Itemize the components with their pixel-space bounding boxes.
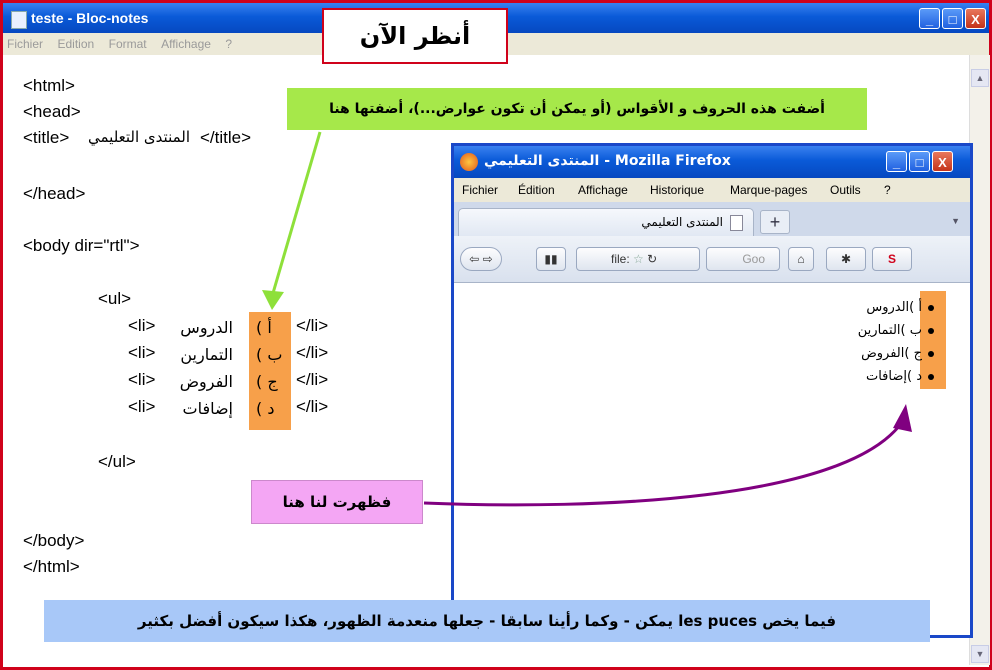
code-line-html: <html> (23, 76, 75, 95)
ff-li-letter: ج ) (904, 346, 922, 361)
code-line-title-open: <title> (23, 128, 70, 147)
li-open: <li> (128, 316, 156, 335)
firefox-logo-icon (460, 153, 478, 171)
firefox-window[interactable]: المنتدى التعليمي - Mozilla Firefox _ □ X… (451, 143, 973, 638)
ff-li-text: إضافات (865, 369, 907, 384)
li-text: إضافات (182, 399, 234, 418)
bullet-icon (928, 304, 934, 311)
ff-menu-outils[interactable]: Outils (830, 183, 861, 197)
li-letter: د ) (256, 399, 275, 418)
maximize-button[interactable]: □ (942, 8, 963, 29)
ff-maximize-button[interactable]: □ (909, 151, 930, 172)
tab-list-icon[interactable]: ▼ (951, 216, 960, 226)
firefox-title: المنتدى التعليمي - Mozilla Firefox (484, 153, 731, 169)
ff-menu-historique[interactable]: Historique (650, 183, 704, 197)
code-line-head: <head> (23, 102, 81, 121)
ff-list-item: أ )الدروس (866, 300, 934, 315)
ff-li-text: التمارين (857, 323, 901, 338)
url-bar[interactable]: file: ☆ ↻ (576, 247, 700, 271)
li-close: </li> (296, 316, 329, 335)
li-close: </li> (296, 370, 329, 389)
search-bar[interactable]: Goo (706, 247, 780, 271)
bullet-icon (928, 373, 934, 380)
annotation-added: أضفت هذه الحروف و الأقواس (أو يمكن أن تك… (287, 88, 867, 130)
ff-li-letter: أ ) (909, 300, 922, 315)
notepad-icon (11, 11, 27, 29)
ff-list-item: ج )الفروض (861, 346, 934, 361)
code-line-title-text: المنتدى التعليمي (88, 128, 191, 146)
li-open: <li> (128, 397, 156, 416)
code-line-ul: <ul> (98, 289, 132, 308)
code-line-ul-close: </ul> (98, 452, 136, 471)
back-forward-icon[interactable]: ⇦ ⇨ (460, 247, 502, 271)
code-line-title-close: </title> (200, 128, 252, 147)
menu-fichier[interactable]: Fichier (7, 37, 43, 51)
ff-li-text: الفروض (861, 346, 905, 361)
reload-icon[interactable]: ↻ (647, 252, 657, 266)
ff-list-item: د )إضافات (866, 369, 934, 384)
ff-li-text: الدروس (866, 300, 910, 315)
home-icon[interactable]: ⌂ (788, 247, 814, 271)
menu-help[interactable]: ? (225, 37, 232, 51)
new-tab-button[interactable]: + (760, 210, 790, 234)
li-letter: ج ) (256, 372, 278, 391)
minimize-button[interactable]: _ (919, 8, 940, 29)
li-close: </li> (296, 343, 329, 362)
li-close: </li> (296, 397, 329, 416)
menu-edition[interactable]: Edition (57, 37, 94, 51)
firefox-menubar: Fichier Édition Affichage Historique Mar… (454, 178, 970, 202)
notepad-title: teste - Bloc-notes (31, 10, 149, 26)
url-text: file: (611, 252, 630, 266)
menu-format[interactable]: Format (109, 37, 147, 51)
li-open: <li> (128, 370, 156, 389)
ff-close-button[interactable]: X (932, 151, 953, 172)
s-addon-icon[interactable]: S (872, 247, 912, 271)
ff-menu-affichage[interactable]: Affichage (578, 183, 628, 197)
firefox-navbar: ⇦ ⇨ ▮▮ file: ☆ ↻ Goo ⌂ ✱ S (454, 236, 970, 283)
annotation-bullets: فيما يخص les puces يمكن - وكما رأينا ساب… (44, 600, 930, 642)
li-text: الفروض (179, 372, 233, 391)
code-line-body-close: </body> (23, 531, 85, 550)
ff-menu-marque-pages[interactable]: Marque-pages (730, 183, 807, 197)
bullet-icon (928, 350, 934, 357)
code-line-head-close: </head> (23, 184, 86, 203)
bullet-icon (928, 327, 934, 334)
firefox-titlebar[interactable]: المنتدى التعليمي - Mozilla Firefox _ □ X (454, 146, 970, 178)
li-letter: أ ) (256, 318, 272, 337)
annotation-now: أنظر الآن (322, 8, 508, 64)
tab-active[interactable]: المنتدى التعليمي (458, 208, 754, 236)
star-icon[interactable]: ☆ (633, 252, 644, 266)
search-placeholder: Goo (742, 252, 765, 266)
page-icon (730, 215, 743, 231)
ff-li-letter: ب ) (900, 323, 922, 338)
ff-menu-edition[interactable]: Édition (518, 183, 555, 197)
bookmark-bar-icon[interactable]: ▮▮ (536, 247, 566, 271)
firefox-tabbar: المنتدى التعليمي + ▼ (454, 202, 970, 236)
ff-list-item: ب )التمارين (858, 323, 934, 338)
code-line-body: <body dir="rtl"> (23, 236, 140, 255)
li-text: التمارين (180, 345, 233, 364)
ff-minimize-button[interactable]: _ (886, 151, 907, 172)
menu-affichage[interactable]: Affichage (161, 37, 211, 51)
scroll-up-icon[interactable]: ▲ (971, 69, 989, 87)
addon-icon[interactable]: ✱ (826, 247, 866, 271)
li-open: <li> (128, 343, 156, 362)
li-letter: ب ) (256, 345, 283, 364)
annotation-appeared: فظهرت لنا هنا (251, 480, 423, 524)
ff-menu-fichier[interactable]: Fichier (462, 183, 498, 197)
ff-li-letter: د ) (907, 369, 922, 384)
ff-menu-help[interactable]: ? (884, 183, 891, 197)
tab-title: المنتدى التعليمي (641, 215, 723, 229)
close-button[interactable]: X (965, 8, 986, 29)
code-line-html-close: </html> (23, 557, 80, 576)
scroll-down-icon[interactable]: ▼ (971, 645, 989, 663)
li-text: الدروس (180, 318, 233, 337)
